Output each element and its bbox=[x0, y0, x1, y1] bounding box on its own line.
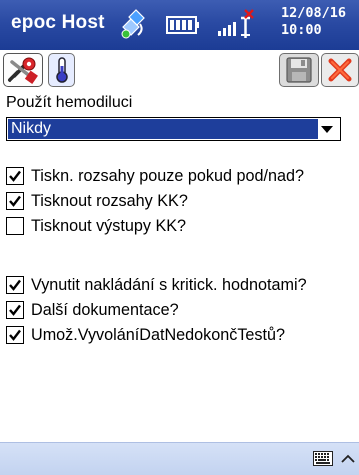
checkmark-icon bbox=[9, 279, 21, 291]
checkbox-row-additional-documentation[interactable]: Další dokumentace? bbox=[6, 297, 359, 323]
checkmark-icon bbox=[9, 195, 21, 207]
toolbar bbox=[0, 50, 359, 90]
hemodilution-label: Použít hemodiluci bbox=[6, 94, 133, 111]
checkbox-row-print-qc-outputs[interactable]: Tisknout výstupy KK? bbox=[6, 213, 359, 239]
keyboard-icon[interactable] bbox=[313, 451, 333, 466]
close-x-icon bbox=[328, 58, 352, 82]
checkbox-label: Tisknout výstupy KK? bbox=[31, 216, 187, 235]
chevron-down-icon[interactable] bbox=[321, 126, 333, 134]
tab-settings[interactable] bbox=[3, 53, 43, 87]
checkbox-row-print-ranges-out-of-range[interactable]: Tiskn. rozsahy pouze pokud pod/nad? bbox=[6, 163, 359, 189]
up-arrow-icon[interactable] bbox=[341, 454, 355, 463]
close-button[interactable] bbox=[321, 53, 359, 87]
date-text: 12/08/16 bbox=[281, 5, 347, 21]
thermometer-icon bbox=[55, 57, 68, 83]
title-bar: epoc Host 12/08/16 10:00 bbox=[0, 0, 359, 50]
checkbox-row-allow-recall-incomplete-tests[interactable]: Umož.VyvoláníDatNedokončTestů? bbox=[6, 322, 359, 348]
hemodilution-selected-value: Nikdy bbox=[8, 119, 318, 139]
hemodilution-select[interactable]: Nikdy bbox=[6, 117, 341, 141]
sync-icon[interactable] bbox=[117, 7, 149, 41]
time-text: 10:00 bbox=[281, 22, 322, 38]
checkbox-label: Tiskn. rozsahy pouze pokud pod/nad? bbox=[31, 166, 304, 185]
checkbox-label: Umož.VyvoláníDatNedokončTestů? bbox=[31, 325, 286, 344]
checkbox-label: Tisknout rozsahy KK? bbox=[31, 191, 188, 210]
app-title: epoc Host bbox=[11, 12, 105, 33]
bottom-menu-bar bbox=[0, 442, 359, 475]
checkbox[interactable] bbox=[6, 192, 24, 210]
signal-no-connection-icon bbox=[218, 9, 254, 38]
checkbox-row-print-qc-ranges[interactable]: Tisknout rozsahy KK? bbox=[6, 188, 359, 214]
checkmark-icon bbox=[9, 304, 21, 316]
checkbox[interactable] bbox=[6, 301, 24, 319]
checkbox[interactable] bbox=[6, 217, 24, 235]
checkmark-icon bbox=[9, 170, 21, 182]
tab-thermometer[interactable] bbox=[48, 53, 75, 87]
checkmark-icon bbox=[9, 329, 21, 341]
clock[interactable]: 12/08/16 10:00 bbox=[281, 5, 357, 39]
checkbox-row-enforce-critical-handling[interactable]: Vynutit nakládání s kritick. hodnotami? bbox=[6, 272, 359, 298]
checkbox-label: Vynutit nakládání s kritick. hodnotami? bbox=[31, 275, 307, 294]
checkbox[interactable] bbox=[6, 326, 24, 344]
checkbox[interactable] bbox=[6, 276, 24, 294]
battery-icon bbox=[166, 16, 199, 34]
checkbox-label: Další dokumentace? bbox=[31, 300, 179, 319]
checkbox[interactable] bbox=[6, 167, 24, 185]
tools-settings-icon bbox=[8, 57, 38, 84]
save-button[interactable] bbox=[279, 53, 319, 87]
save-disk-icon bbox=[286, 57, 312, 83]
